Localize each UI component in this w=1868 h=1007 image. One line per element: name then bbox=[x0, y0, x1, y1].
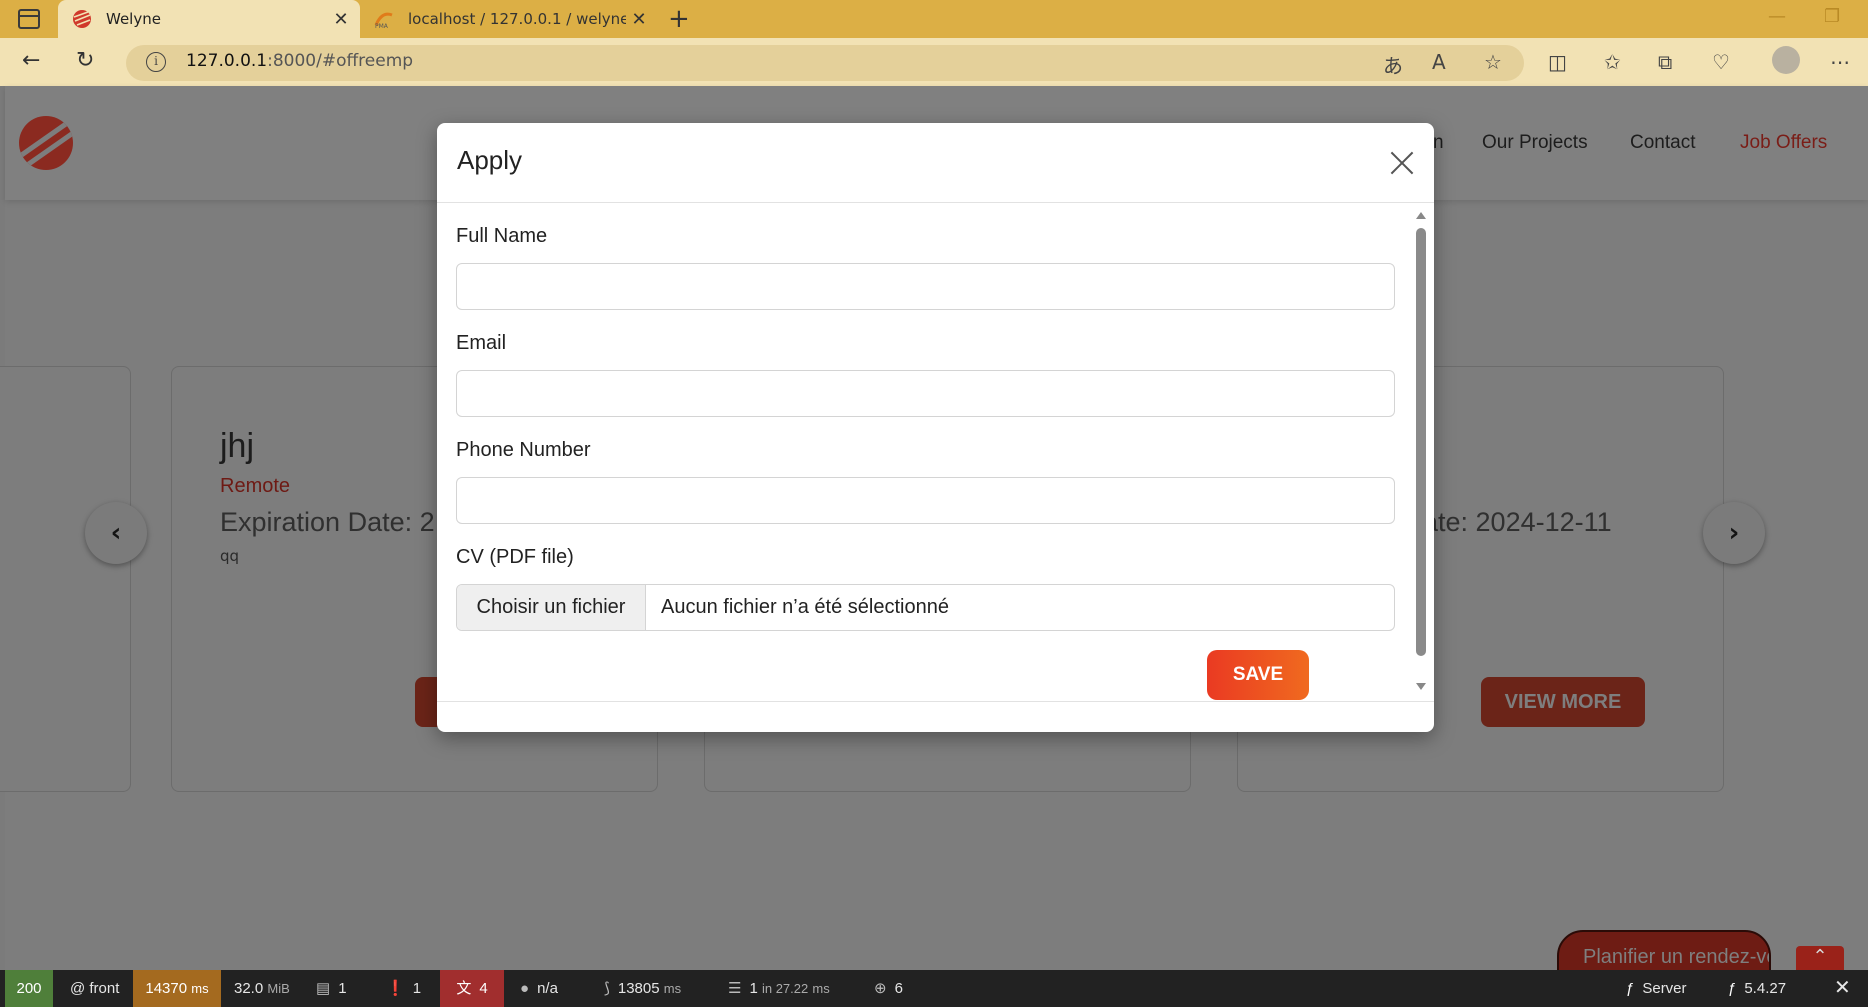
memory-usage[interactable]: 32.0 MiB bbox=[234, 970, 290, 1007]
close-tab-icon[interactable]: ✕ bbox=[626, 9, 652, 30]
symfony-logo-icon: ƒ bbox=[1626, 980, 1635, 997]
warning-icon: ❗ bbox=[386, 980, 405, 997]
modal-header: Apply bbox=[437, 123, 1434, 203]
browser-essentials-icon[interactable]: ♡ bbox=[1712, 50, 1730, 74]
tab-phpmyadmin[interactable]: PMA localhost / 127.0.0.1 / welyne2 / ..… bbox=[366, 0, 658, 38]
tab-title: localhost / 127.0.0.1 / welyne2 / ... bbox=[408, 10, 626, 28]
translations-count[interactable]: 文4 bbox=[440, 970, 504, 1007]
apply-form: Full Name Email Phone Number CV (PDF fil… bbox=[437, 204, 1434, 702]
email-field[interactable] bbox=[456, 370, 1395, 417]
nav-item-partial[interactable]: n bbox=[1433, 132, 1444, 154]
carousel-prev-icon[interactable]: ‹ bbox=[85, 502, 147, 564]
cv-file-input[interactable]: Choisir un fichier Aucun fichier n’a été… bbox=[456, 584, 1395, 631]
url-text[interactable]: 127.0.0.1:8000/#offreemp bbox=[186, 51, 413, 71]
welyne-logo[interactable] bbox=[19, 116, 73, 170]
phone-label: Phone Number bbox=[456, 439, 591, 461]
cv-label: CV (PDF file) bbox=[456, 546, 574, 568]
full-name-field[interactable] bbox=[456, 263, 1395, 310]
translate-icon[interactable]: あ bbox=[1383, 50, 1403, 79]
events-count[interactable]: ⊕ 6 bbox=[874, 970, 903, 1007]
svg-text:PMA: PMA bbox=[375, 23, 389, 29]
tab-title: Welyne bbox=[106, 10, 161, 28]
security-user[interactable]: ● n/a bbox=[520, 970, 558, 1007]
logs-count[interactable]: ▤ 1 bbox=[316, 970, 347, 1007]
target-icon: ⊕ bbox=[874, 980, 887, 997]
job-expiration: Expiration Date: 2 bbox=[220, 507, 435, 537]
route-name[interactable]: @ front bbox=[70, 970, 119, 1007]
back-icon[interactable]: ← bbox=[22, 48, 40, 73]
modal-scrollbar[interactable] bbox=[1414, 208, 1428, 694]
restore-icon[interactable]: ❐ bbox=[1824, 6, 1840, 27]
job-description: qq bbox=[220, 547, 240, 565]
user-icon: ● bbox=[520, 980, 530, 997]
scroll-up-icon[interactable] bbox=[1416, 212, 1426, 219]
nav-item-contact[interactable]: Contact bbox=[1630, 132, 1695, 154]
nav-item-our-projects[interactable]: Our Projects bbox=[1482, 132, 1588, 154]
file-status: Aucun fichier n’a été sélectionné bbox=[661, 596, 949, 618]
close-toolbar-icon[interactable]: ✕ bbox=[1834, 970, 1851, 1007]
profile-avatar-icon[interactable] bbox=[1772, 46, 1800, 74]
twig-icon: ⟆ bbox=[604, 980, 610, 997]
favorites-icon[interactable]: ✩ bbox=[1604, 50, 1621, 74]
modal-title: Apply bbox=[457, 145, 523, 175]
symfony-debug-toolbar: 200 @ front 14370 ms 32.0 MiB ▤ 1 ❗ 1 文4 ●… bbox=[0, 970, 1868, 1007]
read-aloud-icon[interactable]: A bbox=[1432, 50, 1446, 74]
apply-modal: Apply Full Name Email Phone Number CV (P… bbox=[437, 123, 1434, 732]
modal-footer-divider bbox=[437, 701, 1434, 702]
job-title: jhj bbox=[220, 427, 255, 465]
tab-actions-icon[interactable] bbox=[18, 9, 40, 29]
close-tab-icon[interactable]: ✕ bbox=[328, 9, 354, 30]
site-info-icon[interactable]: i bbox=[146, 52, 166, 72]
database-icon: ☰ bbox=[728, 980, 742, 997]
symfony-version[interactable]: ƒ 5.4.27 bbox=[1728, 970, 1786, 1007]
nav-item-job-offers[interactable]: Job Offers bbox=[1740, 132, 1827, 154]
reload-icon[interactable]: ↻ bbox=[76, 48, 94, 73]
carousel-next-icon[interactable]: › bbox=[1703, 502, 1765, 564]
choose-file-button[interactable]: Choisir un fichier bbox=[457, 585, 646, 630]
email-label: Email bbox=[456, 332, 507, 354]
close-icon[interactable] bbox=[1389, 150, 1415, 176]
scroll-down-icon[interactable] bbox=[1416, 683, 1426, 690]
browser-tab-bar: Welyne ✕ PMA localhost / 127.0.0.1 / wel… bbox=[0, 0, 1868, 38]
welyne-favicon-icon bbox=[73, 10, 91, 28]
translation-icon: 文 bbox=[456, 980, 472, 997]
full-name-label: Full Name bbox=[456, 225, 548, 247]
twig-time[interactable]: ⟆ 13805 ms bbox=[604, 970, 681, 1007]
favorite-star-icon[interactable]: ☆ bbox=[1484, 50, 1502, 74]
split-screen-icon[interactable]: ◫ bbox=[1548, 50, 1567, 74]
symfony-logo-icon: ƒ bbox=[1728, 980, 1737, 997]
clipboard-icon: ▤ bbox=[316, 980, 331, 997]
job-type: Remote bbox=[220, 475, 291, 497]
request-time[interactable]: 14370 ms bbox=[133, 970, 221, 1007]
phpmyadmin-favicon-icon: PMA bbox=[374, 12, 393, 29]
view-more-button[interactable]: VIEW MORE bbox=[1481, 677, 1645, 727]
server-info[interactable]: ƒ Server bbox=[1626, 970, 1687, 1007]
phone-field[interactable] bbox=[456, 477, 1395, 524]
job-card-partial-left bbox=[0, 366, 131, 792]
errors-count[interactable]: ❗ 1 bbox=[386, 970, 421, 1007]
tab-welyne[interactable]: Welyne ✕ bbox=[58, 0, 360, 38]
more-menu-icon[interactable]: ⋯ bbox=[1830, 50, 1850, 74]
collections-icon[interactable]: ⧉ bbox=[1658, 50, 1672, 74]
database-queries[interactable]: ☰ 1 in 27.22 ms bbox=[728, 970, 830, 1007]
minimize-icon[interactable]: — bbox=[1768, 6, 1786, 27]
job-expiration: ate: 2024-12-11 bbox=[1423, 507, 1612, 537]
new-tab-icon[interactable]: + bbox=[668, 4, 690, 34]
scrollbar-thumb[interactable] bbox=[1416, 228, 1426, 656]
status-code[interactable]: 200 bbox=[5, 970, 53, 1007]
save-button[interactable]: SAVE bbox=[1207, 650, 1309, 700]
